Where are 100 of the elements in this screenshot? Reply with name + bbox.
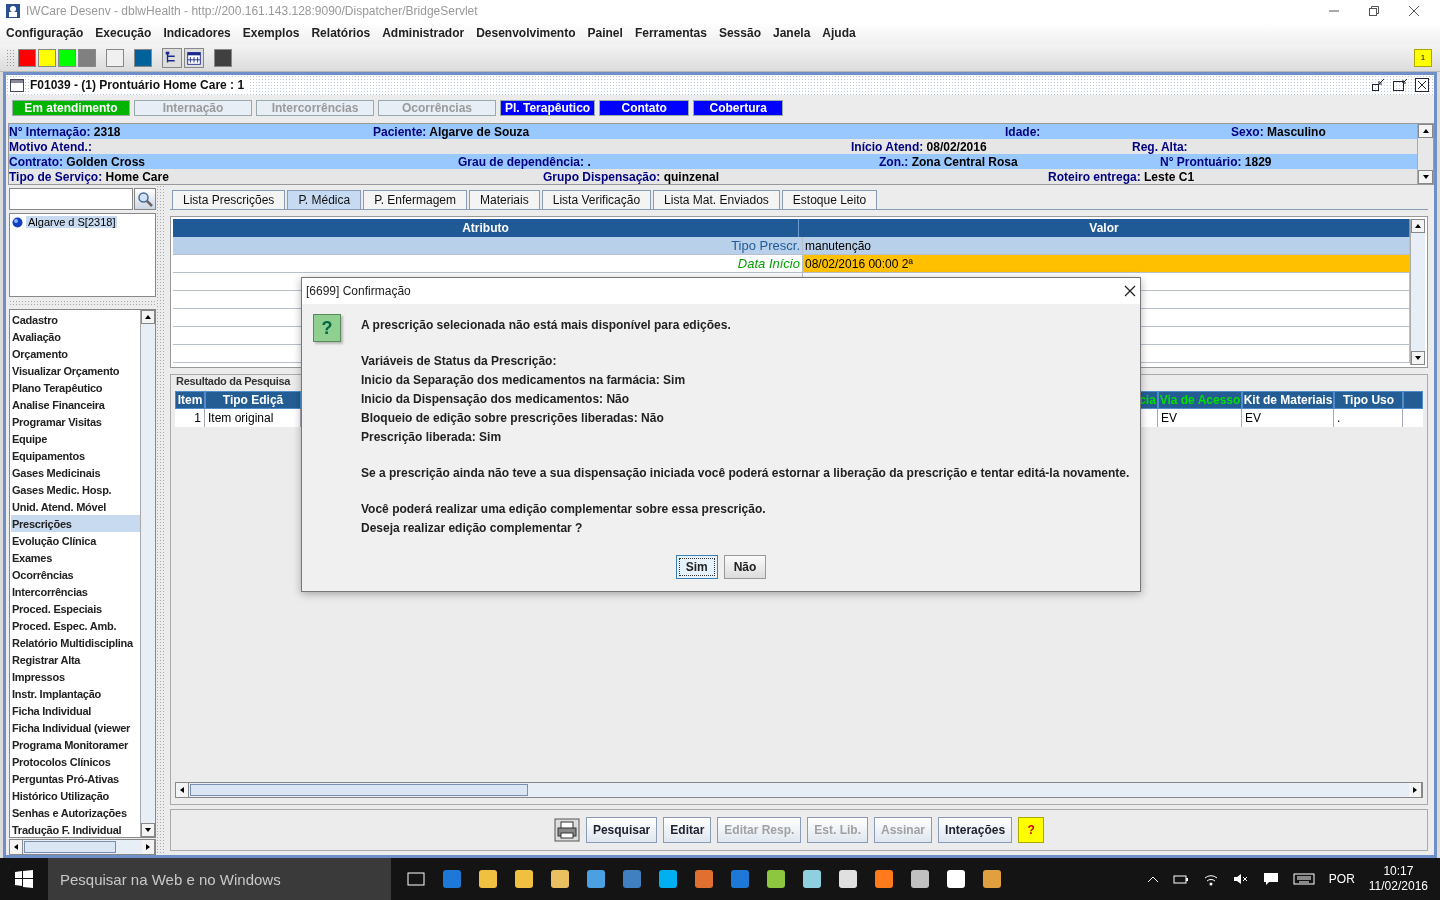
sidebar-item[interactable]: Ficha Individual (viewer xyxy=(11,719,140,736)
app-icon[interactable] xyxy=(837,868,859,890)
tab[interactable]: Materiais xyxy=(469,190,540,209)
search-field[interactable]: Pesquisar na Web e no Windows xyxy=(48,858,391,900)
clock-time[interactable]: 10:17 xyxy=(1383,864,1414,879)
sidebar-item[interactable]: Plano Terapêutico xyxy=(11,379,140,396)
tab[interactable]: Estoque Leito xyxy=(781,190,878,209)
sidebar-item[interactable]: Analise Financeira xyxy=(11,396,140,413)
sidebar-item[interactable]: Instr. Implantação xyxy=(11,685,140,702)
sidebar-item[interactable]: Gases Medicinais xyxy=(11,464,140,481)
app-icon[interactable] xyxy=(693,868,715,890)
menu-item[interactable]: Execução xyxy=(95,26,152,40)
sidebar-item[interactable]: Orçamento xyxy=(11,345,140,362)
sidebar-item[interactable]: Ficha Individual xyxy=(11,702,140,719)
app-icon[interactable] xyxy=(657,868,679,890)
app-icon[interactable] xyxy=(801,868,823,890)
dialog-button[interactable]: Sim xyxy=(675,555,718,579)
tree-view-icon[interactable] xyxy=(162,47,182,68)
sidebar-item[interactable]: Equipamentos xyxy=(11,447,140,464)
help-button[interactable]: ? xyxy=(1018,817,1045,843)
tab[interactable]: P. Médica xyxy=(287,190,362,209)
sidebar-item[interactable]: Histórico Utilização xyxy=(11,787,140,804)
menu-item[interactable]: Administrador xyxy=(382,26,465,40)
sidebar-item[interactable]: Unid. Atend. Móvel xyxy=(11,498,140,515)
scrollbar-thumb[interactable] xyxy=(190,784,528,796)
sidebar-item[interactable]: Cadastro xyxy=(11,311,140,328)
app-icon[interactable] xyxy=(549,868,571,890)
minimize-icon[interactable] xyxy=(1370,78,1386,92)
app-icon[interactable] xyxy=(765,868,787,890)
sidebar-item[interactable]: Prescrições xyxy=(11,515,140,532)
keyboard-icon[interactable] xyxy=(1292,872,1315,886)
color-swatch-button[interactable] xyxy=(18,48,36,67)
search-button[interactable] xyxy=(134,188,156,210)
close-icon[interactable] xyxy=(1124,285,1136,297)
sidebar-item[interactable]: Equipe xyxy=(11,430,140,447)
sidebar-item[interactable]: Proced. Espec. Amb. xyxy=(11,617,140,634)
menu-item[interactable]: Painel xyxy=(587,26,623,40)
restore-icon[interactable] xyxy=(1368,5,1380,17)
calendar-icon[interactable] xyxy=(184,47,204,68)
menu-item[interactable]: Exemplos xyxy=(242,26,300,40)
app-icon[interactable] xyxy=(477,868,499,890)
splitter-handle[interactable] xyxy=(9,300,156,306)
sidebar-item[interactable]: Senhas e Autorizações xyxy=(11,804,140,821)
menu-item[interactable]: Ajuda xyxy=(822,26,856,40)
sidebar-item[interactable]: Visualizar Orçamento xyxy=(11,362,140,379)
color-swatch-button[interactable] xyxy=(38,48,56,67)
close-icon[interactable] xyxy=(1414,78,1430,92)
menu-item[interactable]: Ferramentas xyxy=(634,26,707,40)
notification-badge[interactable]: 1 xyxy=(1414,48,1432,67)
sidebar-item[interactable]: Intercorrências xyxy=(11,583,140,600)
menu-item[interactable]: Indicadores xyxy=(163,26,231,40)
dialog-button[interactable]: Não xyxy=(723,555,767,579)
scrollbar-thumb[interactable] xyxy=(24,841,116,853)
wifi-icon[interactable] xyxy=(1202,872,1219,886)
app-icon[interactable] xyxy=(945,868,967,890)
menu-item[interactable]: Desenvolvimento xyxy=(476,26,576,40)
battery-icon[interactable] xyxy=(1172,873,1189,885)
tab[interactable]: Lista Verificação xyxy=(541,190,652,209)
action-button[interactable]: Interações xyxy=(938,817,1013,843)
sidebar-item[interactable]: Registrar Alta xyxy=(11,651,140,668)
tab[interactable]: Lista Prescrições xyxy=(172,190,286,209)
message-icon[interactable] xyxy=(1262,872,1279,886)
clock-date[interactable]: 11/02/2016 xyxy=(1368,879,1428,894)
sidebar-item[interactable]: Proced. Especiais xyxy=(11,600,140,617)
sidebar-item[interactable]: Protocolos Clínicos xyxy=(11,753,140,770)
menu-item[interactable]: Janela xyxy=(772,26,811,40)
sidebar-item[interactable]: Ocorrências xyxy=(11,566,140,583)
tab[interactable]: Lista Mat. Enviados xyxy=(653,190,780,209)
menu-item[interactable]: Sessão xyxy=(718,26,761,40)
menu-item[interactable]: Configuração xyxy=(6,26,84,40)
app-icon[interactable] xyxy=(585,868,607,890)
app-icon[interactable] xyxy=(873,868,895,890)
status-tab[interactable]: Cobertura xyxy=(693,100,784,116)
splitter-handle[interactable] xyxy=(156,185,166,855)
language-indicator[interactable]: POR xyxy=(1328,872,1355,886)
action-button[interactable]: Editar xyxy=(663,817,712,843)
sidebar-item[interactable]: Avaliação xyxy=(11,328,140,345)
menu-item[interactable]: Relatórios xyxy=(311,26,371,40)
app-icon[interactable] xyxy=(513,868,535,890)
sidebar-item[interactable]: Perguntas Pró-Ativas xyxy=(11,770,140,787)
app-icon[interactable] xyxy=(909,868,931,890)
search-field[interactable] xyxy=(9,188,133,210)
status-tab[interactable]: Contato xyxy=(599,100,690,116)
tree-item[interactable]: Algarve d S[2318] xyxy=(26,216,118,228)
color-swatch-button[interactable] xyxy=(214,48,232,67)
close-icon[interactable] xyxy=(1408,5,1420,17)
sidebar-item[interactable]: Tradução F. Individual xyxy=(11,821,140,837)
printer-icon[interactable] xyxy=(553,818,580,842)
sidebar-item[interactable]: Gases Medic. Hosp. xyxy=(11,481,140,498)
color-swatch-button[interactable] xyxy=(78,48,96,67)
maximize-icon[interactable] xyxy=(1392,78,1408,92)
speaker-muted-icon[interactable] xyxy=(1232,872,1249,886)
sidebar-item[interactable]: Relatório Multidisciplina xyxy=(11,634,140,651)
sidebar-item[interactable]: Programar Visitas xyxy=(11,413,140,430)
tab[interactable]: P. Enfermagem xyxy=(363,190,467,209)
color-swatch-button[interactable] xyxy=(58,48,76,67)
app-icon[interactable] xyxy=(981,868,1003,890)
color-swatch-button[interactable] xyxy=(134,48,152,67)
sidebar-item[interactable]: Impressos xyxy=(11,668,140,685)
color-swatch-button[interactable] xyxy=(106,48,124,67)
